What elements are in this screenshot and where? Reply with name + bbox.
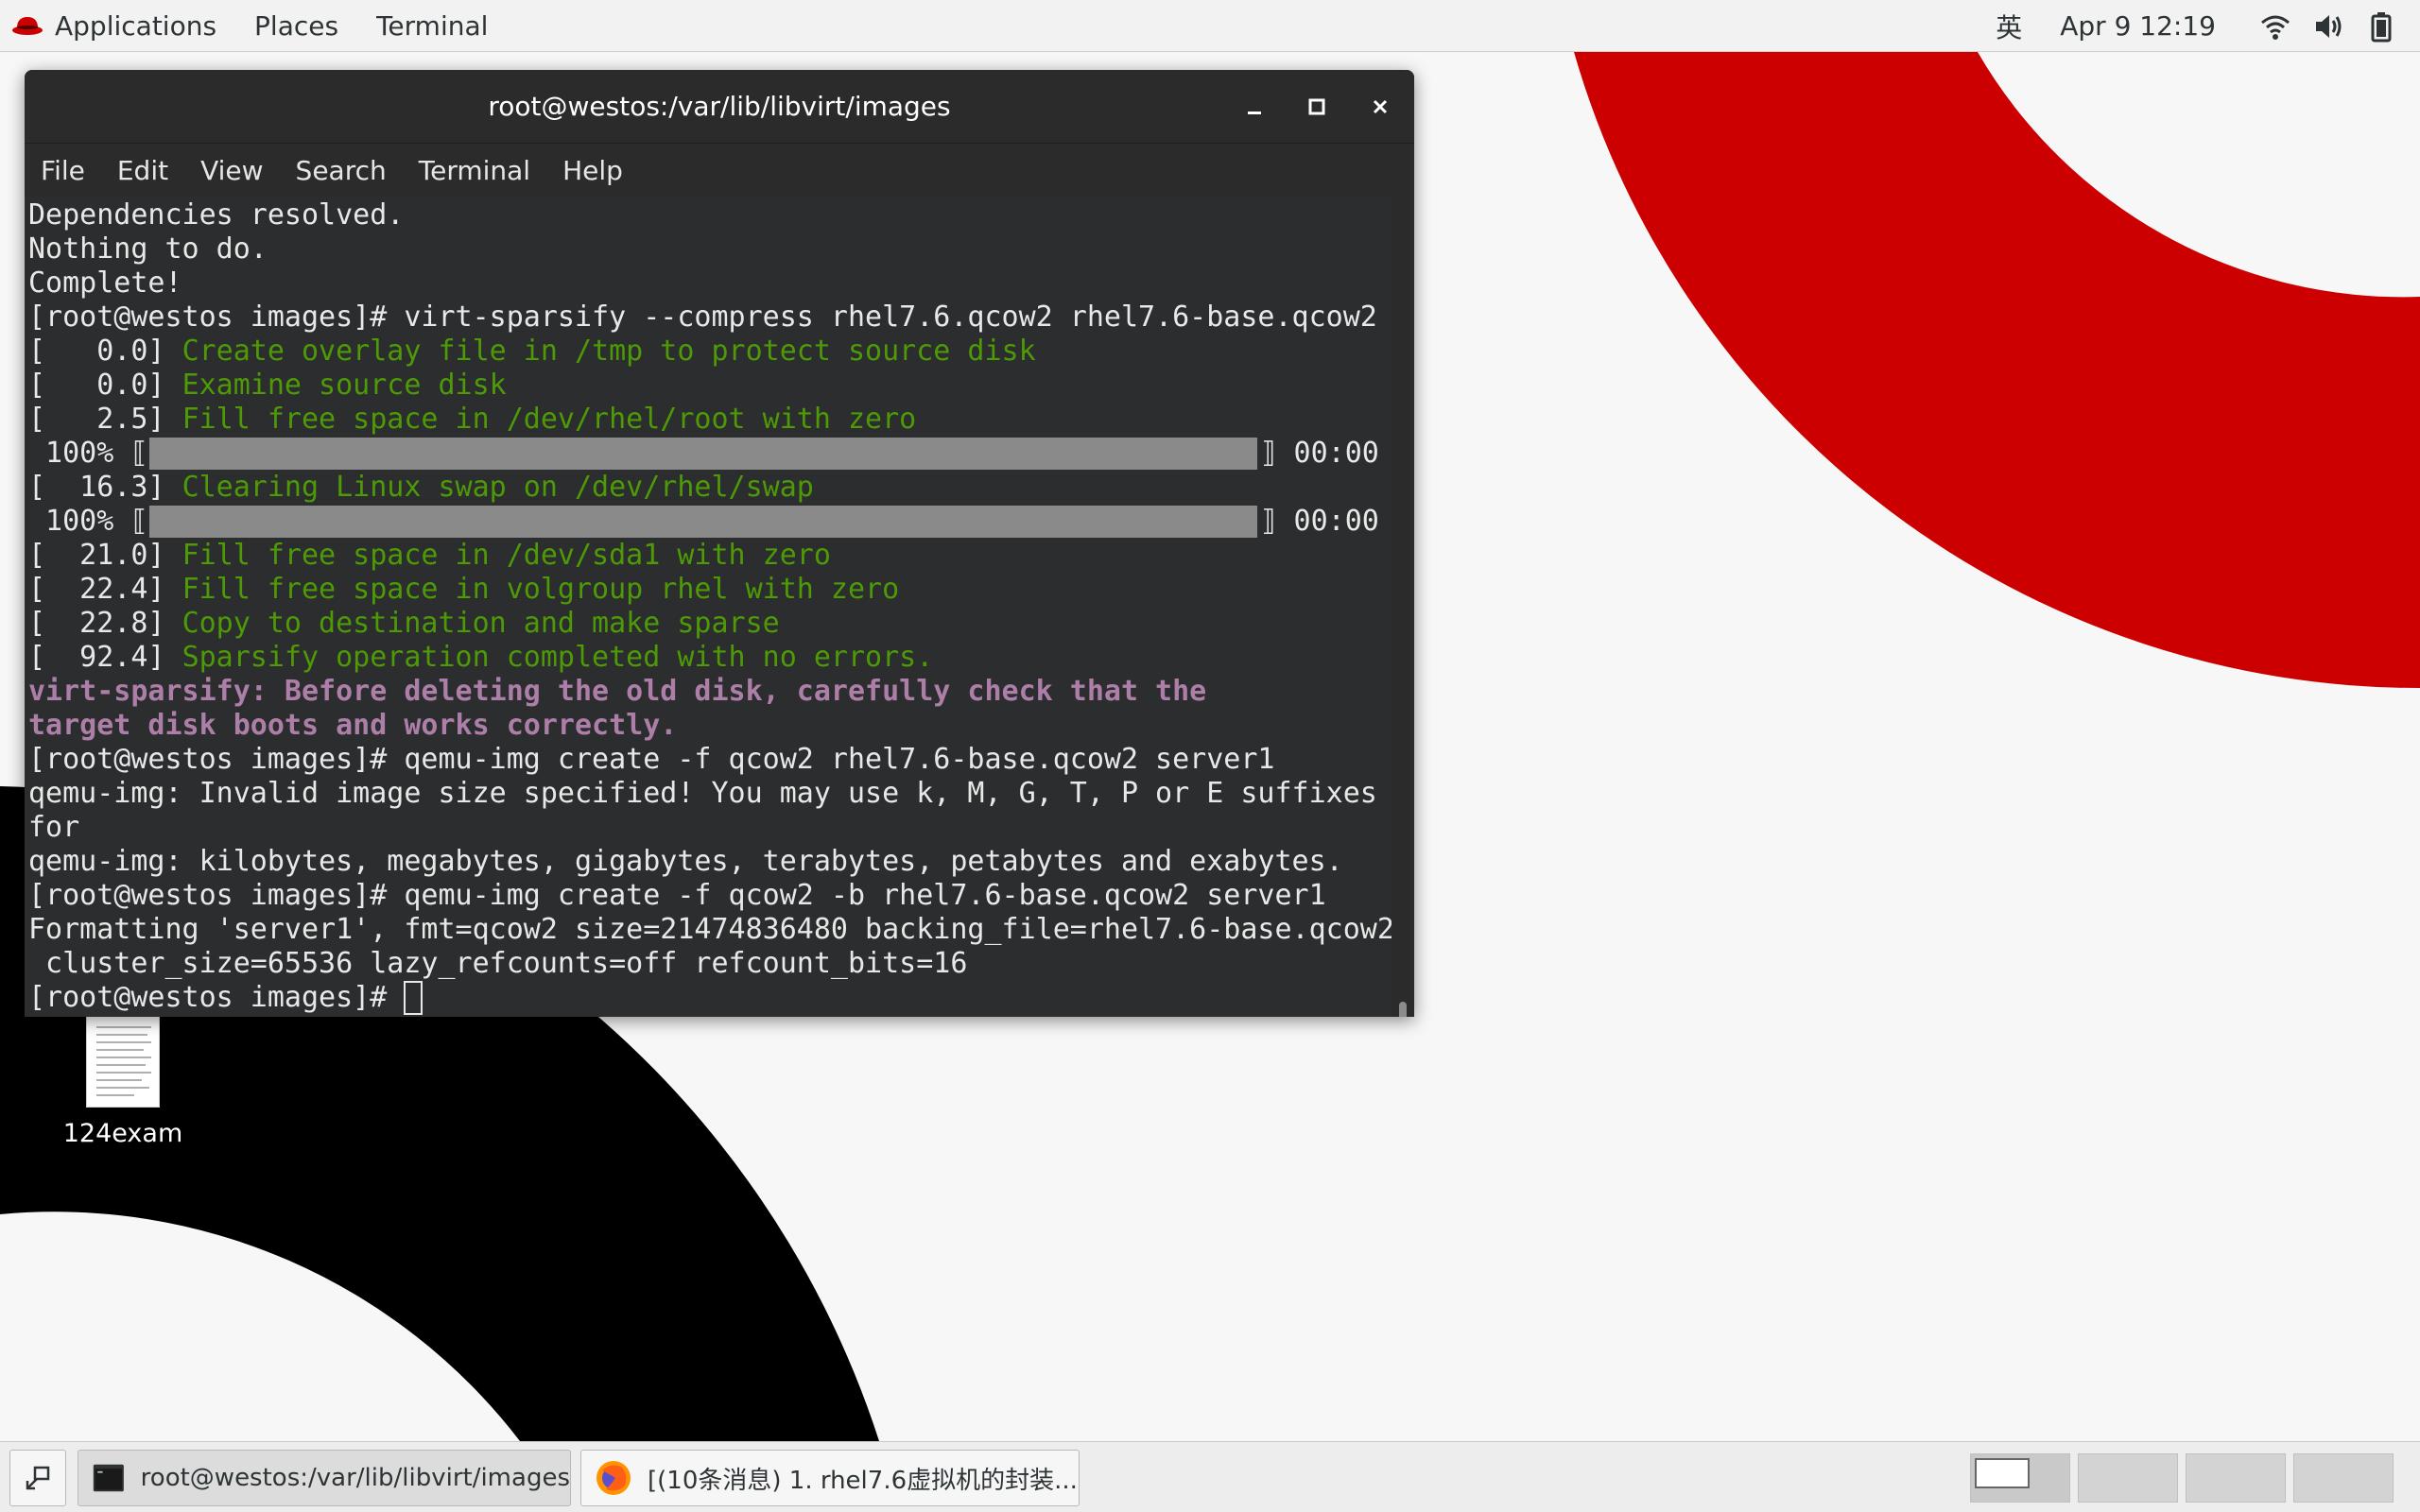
desktop-file-124exam[interactable]: 124exam <box>57 1013 189 1148</box>
maximize-button[interactable] <box>1299 89 1335 125</box>
terminal-line: [root@westos images]# virt-sparsify --co… <box>28 301 1377 334</box>
wifi-icon[interactable] <box>2259 10 2291 43</box>
workspace-window-preview <box>1975 1458 2030 1488</box>
document-icon <box>86 1013 160 1108</box>
terminal-app-menu[interactable]: Terminal <box>357 0 507 51</box>
clock[interactable]: Apr 9 12:19 <box>2060 10 2216 42</box>
terminal-app-icon <box>93 1464 124 1492</box>
terminal-line: cluster_size=65536 lazy_refcounts=off re… <box>28 947 968 980</box>
progress-bar <box>149 438 1258 470</box>
workspace-3[interactable] <box>2186 1453 2286 1503</box>
minimize-button[interactable] <box>1236 89 1272 125</box>
maximize-icon <box>1308 98 1325 115</box>
applications-label: Applications <box>55 9 217 42</box>
terminal-output[interactable]: Dependencies resolved. Nothing to do. Comp… <box>25 197 1392 1017</box>
show-desktop-icon <box>26 1466 50 1490</box>
warning-line: target disk boots and works correctly. <box>28 709 678 742</box>
text-cursor <box>404 981 424 1015</box>
progress-percent: 100% ⟦ <box>28 505 148 538</box>
terminal-line: [root@westos images]# qemu-img create -f… <box>28 743 1275 776</box>
clock-date: Apr 9 <box>2060 10 2132 42</box>
places-menu[interactable]: Places <box>235 0 357 51</box>
terminal-line: [ 16.3] Clearing Linux swap on /dev/rhel… <box>28 471 1392 505</box>
terminal-line: Dependencies resolved. <box>28 198 405 232</box>
workspace-1[interactable] <box>1970 1453 2070 1503</box>
line-timestamp: [ 22.8] <box>28 607 182 640</box>
show-desktop-button[interactable] <box>9 1450 66 1506</box>
taskbar-terminal-label: root@westos:/var/lib/libvirt/images <box>140 1464 570 1492</box>
prompt-line[interactable]: [root@westos images]# <box>28 981 1392 1015</box>
menu-search[interactable]: Search <box>280 144 403 197</box>
terminal-line: [ 22.4] Fill free space in volgroup rhel… <box>28 573 1392 607</box>
progress-percent: 100% ⟦ <box>28 437 148 470</box>
terminal-line: qemu-img: Invalid image size specified! … <box>28 777 1377 810</box>
line-timestamp: [ 22.4] <box>28 573 182 606</box>
terminal-window[interactable]: root@westos:/var/lib/libvirt/images File… <box>25 70 1414 1017</box>
battery-icon[interactable] <box>2365 10 2397 43</box>
applications-menu[interactable]: Applications <box>0 0 235 51</box>
places-label: Places <box>254 9 339 42</box>
line-timestamp: [ 16.3] <box>28 471 182 504</box>
shell-prompt: [root@westos images]# <box>28 981 405 1014</box>
menu-terminal[interactable]: Terminal <box>403 144 546 197</box>
terminal-line: 100% ⟦ ⟧ 00:00 <box>28 437 1392 471</box>
terminal-line: Formatting 'server1', fmt=qcow2 size=214… <box>28 913 1392 946</box>
firefox-icon <box>596 1461 631 1495</box>
line-status-text: Clearing Linux swap on /dev/rhel/swap <box>182 471 814 504</box>
menu-file[interactable]: File <box>25 144 101 197</box>
line-status-text: Examine source disk <box>182 369 507 402</box>
top-panel: Applications Places Terminal 英 Apr 9 12:… <box>0 0 2420 52</box>
terminal-line: [ 92.4] Sparsify operation completed wit… <box>28 641 1392 675</box>
menu-help[interactable]: Help <box>546 144 639 197</box>
line-status-text: Copy to destination and make sparse <box>182 607 780 640</box>
close-button[interactable] <box>1362 89 1398 125</box>
terminal-scrollbar[interactable] <box>1392 197 1414 1017</box>
line-timestamp: [ 0.0] <box>28 369 182 402</box>
terminal-app-label: Terminal <box>376 9 489 42</box>
line-status-text: Fill free space in /dev/sda1 with zero <box>182 539 831 572</box>
workspace-2[interactable] <box>2078 1453 2178 1503</box>
terminal-line: qemu-img: kilobytes, megabytes, gigabyte… <box>28 845 1343 878</box>
workspace-4[interactable] <box>2293 1453 2394 1503</box>
terminal-line: [ 0.0] Create overlay file in /tmp to pr… <box>28 335 1392 369</box>
terminal-line: Complete! <box>28 266 182 300</box>
terminal-menubar: File Edit View Search Terminal Help <box>25 144 1414 197</box>
minimize-icon <box>1248 112 1261 114</box>
window-titlebar[interactable]: root@westos:/var/lib/libvirt/images <box>25 70 1414 144</box>
terminal-line: [ 21.0] Fill free space in /dev/sda1 wit… <box>28 539 1392 573</box>
line-timestamp: [ 21.0] <box>28 539 182 572</box>
clock-time: 12:19 <box>2139 10 2216 42</box>
desktop-file-label: 124exam <box>62 1119 183 1148</box>
terminal-line: 100% ⟦ ⟧ 00:00 <box>28 505 1392 539</box>
terminal-line: [ 0.0] Examine source disk <box>28 369 1392 403</box>
terminal-line: [ 22.8] Copy to destination and make spa… <box>28 607 1392 641</box>
line-timestamp: [ 2.5] <box>28 403 182 436</box>
progress-end: ⟧ 00:00 <box>1259 437 1379 470</box>
line-timestamp: [ 92.4] <box>28 641 182 674</box>
warning-line: virt-sparsify: Before deleting the old d… <box>28 675 1207 708</box>
taskbar-firefox-label: [(10条消息) 1. rhel7.6虚拟机的封装... <box>648 1466 1078 1495</box>
progress-end: ⟧ 00:00 <box>1259 505 1379 538</box>
line-timestamp: [ 0.0] <box>28 335 182 368</box>
line-status-text: Create overlay file in /tmp to protect s… <box>182 335 1036 368</box>
terminal-line: for <box>28 811 80 844</box>
menu-view[interactable]: View <box>184 144 279 197</box>
terminal-line: [root@westos images]# qemu-img create -f… <box>28 879 1326 912</box>
taskbar-firefox-button[interactable]: [(10条消息) 1. rhel7.6虚拟机的封装... <box>580 1450 1080 1506</box>
window-title: root@westos:/var/lib/libvirt/images <box>488 91 951 122</box>
bottom-taskbar: root@westos:/var/lib/libvirt/images [(10… <box>0 1441 2420 1512</box>
terminal-line: Nothing to do. <box>28 232 268 266</box>
line-status-text: Fill free space in /dev/rhel/root with z… <box>182 403 917 436</box>
terminal-line: [ 2.5] Fill free space in /dev/rhel/root… <box>28 403 1392 437</box>
input-method-indicator[interactable]: 英 <box>1996 8 2022 45</box>
progress-bar <box>149 506 1258 538</box>
taskbar-terminal-button[interactable]: root@westos:/var/lib/libvirt/images <box>78 1450 571 1506</box>
redhat-logo-icon <box>12 17 43 35</box>
menu-edit[interactable]: Edit <box>101 144 184 197</box>
line-status-text: Fill free space in volgroup rhel with ze… <box>182 573 900 606</box>
line-status-text: Sparsify operation completed with no err… <box>182 641 934 674</box>
close-icon <box>1373 99 1388 114</box>
volume-icon[interactable] <box>2312 10 2344 43</box>
scrollbar-thumb[interactable] <box>1399 1002 1407 1017</box>
